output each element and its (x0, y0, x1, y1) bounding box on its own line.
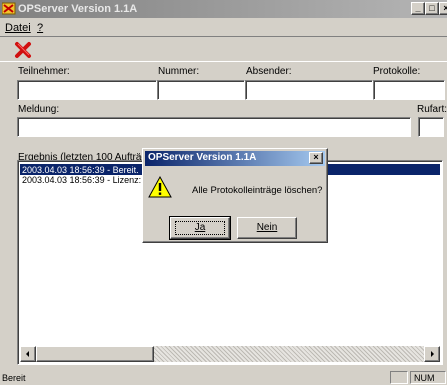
dialog-message: Alle Protokolleinträge löschen? (192, 185, 323, 196)
menu-bar: Datei ? (0, 18, 447, 36)
dialog-title: OPServer Version 1.1A (148, 152, 257, 163)
arrow-right-icon (431, 351, 434, 357)
app-icon (2, 2, 16, 15)
focus-rect (175, 221, 225, 235)
list-item[interactable]: 2003.04.03 18:56:39 - Bereit. (22, 165, 139, 175)
rufart-field[interactable] (418, 117, 444, 137)
absender-label: Absender: (246, 66, 292, 77)
scroll-right-button[interactable] (424, 346, 440, 362)
protokolle-label: Protokolle: (373, 66, 421, 77)
dialog-close-button[interactable]: × (309, 152, 323, 164)
meldung-field[interactable] (17, 117, 411, 137)
meldung-label: Meldung: (18, 104, 60, 115)
rufart-label: Rufart: (417, 104, 447, 115)
toolbar (0, 36, 447, 62)
dialog-title-bar: OPServer Version 1.1A × (145, 151, 325, 166)
nummer-label: Nummer: (158, 66, 200, 77)
red-x-icon[interactable] (14, 41, 32, 59)
maximize-button[interactable]: □ (425, 2, 439, 15)
scroll-left-button[interactable] (20, 346, 36, 362)
menu-help[interactable]: ? (37, 22, 43, 34)
no-button[interactable]: Nein (237, 217, 297, 239)
absender-field[interactable] (245, 80, 373, 100)
nummer-field[interactable] (157, 80, 245, 100)
minimize-button[interactable]: _ (411, 2, 425, 15)
menu-datei[interactable]: Datei (5, 22, 31, 34)
close-button[interactable]: × (439, 2, 447, 15)
status-text: Bereit (2, 373, 26, 383)
title-bar: OPServer Version 1.1A _ □ × (0, 0, 447, 18)
status-panel-empty (390, 371, 408, 384)
warning-icon (148, 176, 172, 198)
num-lock-indicator: NUM (410, 371, 446, 384)
no-button-label: Nein (256, 222, 278, 233)
yes-button[interactable]: Ja (169, 216, 231, 240)
scroll-thumb[interactable] (36, 346, 154, 362)
confirm-dialog: OPServer Version 1.1A × Alle Protokollei… (142, 148, 328, 243)
status-bar: Bereit NUM (0, 369, 447, 385)
teilnehmer-label: Teilnehmer: (18, 66, 70, 77)
arrow-left-icon (26, 351, 29, 357)
teilnehmer-field[interactable] (17, 80, 157, 100)
list-item[interactable]: 2003.04.03 18:56:39 - Lizenz: (22, 175, 141, 185)
horizontal-scrollbar[interactable] (20, 346, 440, 362)
protokolle-field[interactable] (373, 80, 445, 100)
window-title: OPServer Version 1.1A (18, 3, 138, 15)
